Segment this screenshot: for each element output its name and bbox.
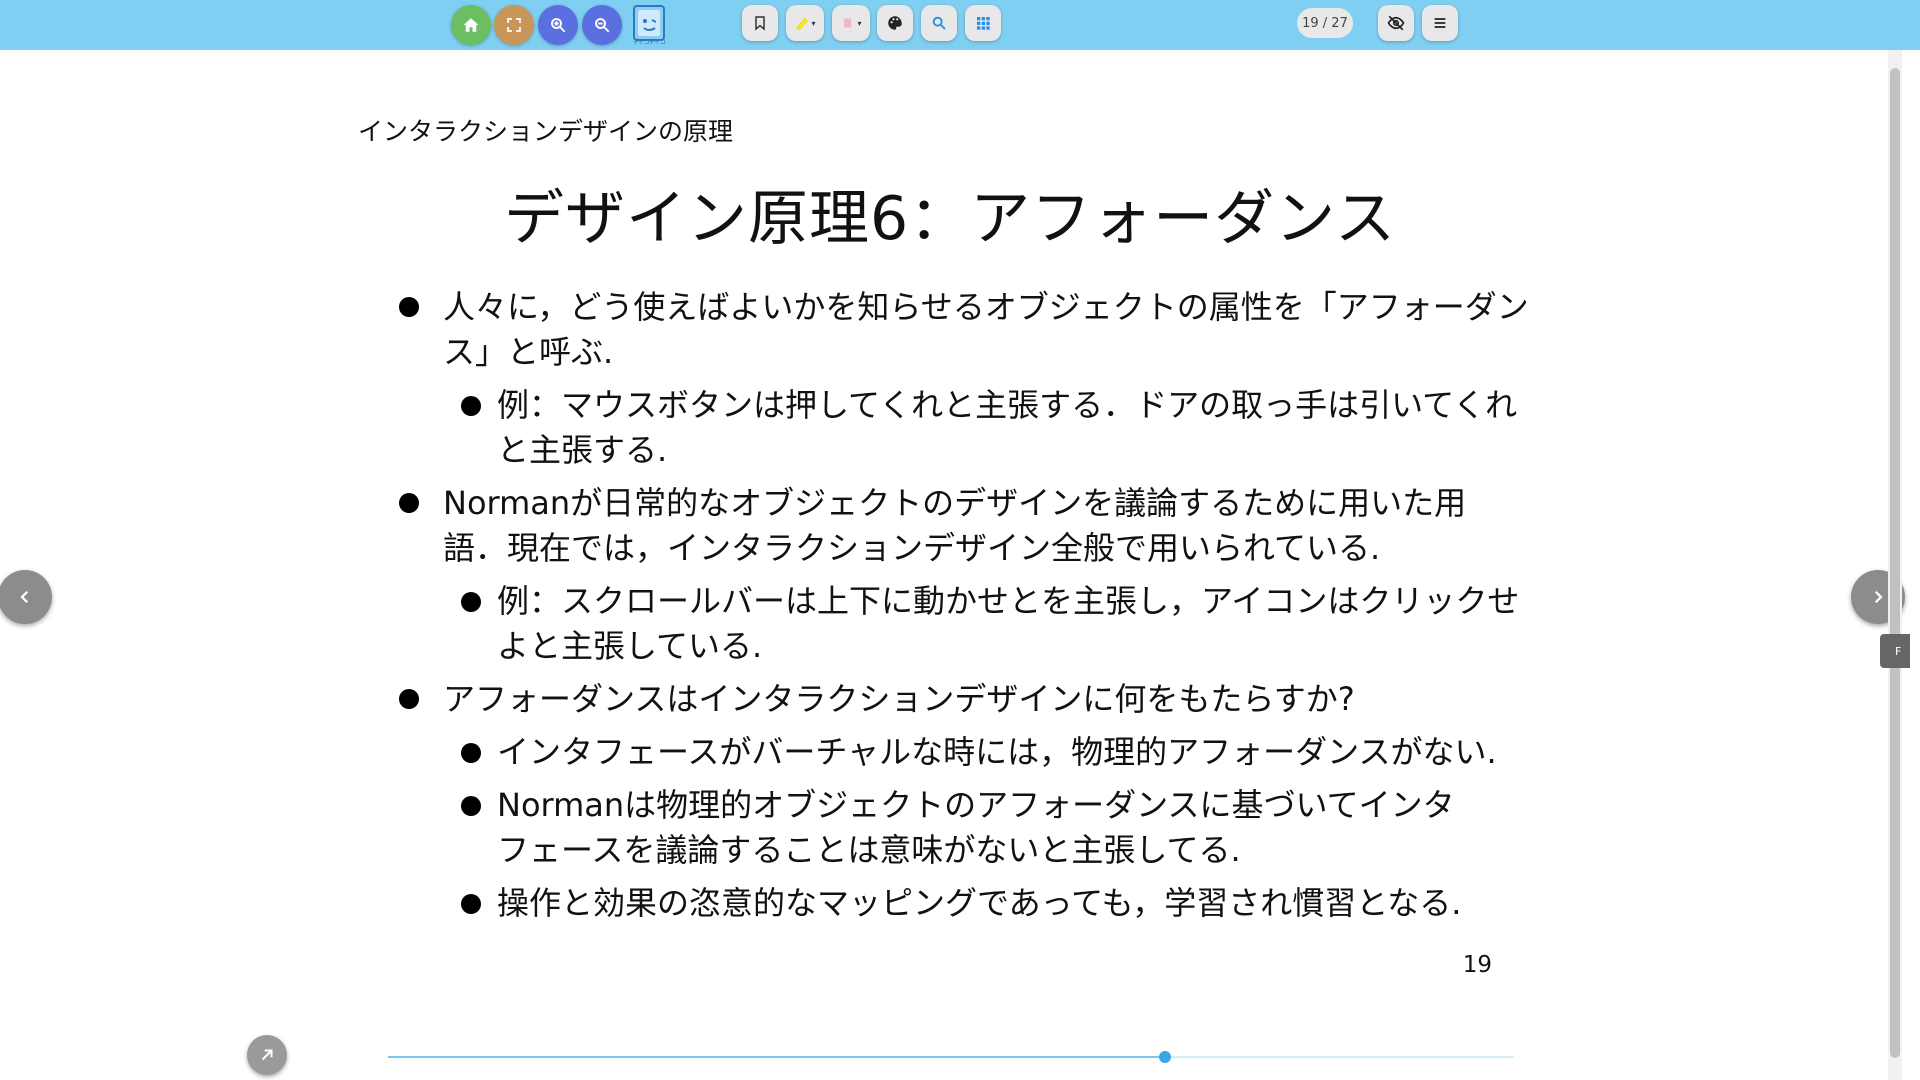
home-icon — [463, 18, 479, 32]
bullet-dot — [461, 743, 481, 763]
highlighter-icon — [796, 17, 809, 31]
bullet-line: フェースを議論することは意味がないと主張してる. — [497, 831, 1241, 869]
hide-annotations-button[interactable] — [1378, 5, 1414, 41]
zoom-out-icon — [595, 18, 610, 33]
palette-icon — [888, 16, 902, 30]
bullet-dot — [399, 297, 419, 317]
slide-header: インタラクションデザインの原理 — [358, 117, 734, 146]
bookmark-icon — [755, 16, 765, 31]
sub-bullet-item: インタフェースがバーチャルな時には，物理的アフォーダンスがない. — [497, 730, 1497, 775]
home-button[interactable] — [451, 5, 491, 45]
bullet-line: 人々に，どう使えばよいかを知らせるオブジェクトの属性を「アフォーダン — [443, 288, 1529, 326]
bullet-line: Normanが日常的なオブジェクトのデザインを議論するために用いた用 — [443, 484, 1467, 522]
menu-icon — [1434, 18, 1446, 28]
previous-slide-button[interactable] — [0, 570, 52, 624]
zoom-in-icon — [551, 18, 566, 33]
zoom-out-button[interactable] — [582, 5, 622, 45]
bullet-item: 人々に，どう使えばよいかを知らせるオブジェクトの属性を「アフォーダン ス」と呼ぶ… — [443, 285, 1529, 375]
bullet-dot — [461, 894, 481, 914]
fullscreen-button[interactable] — [494, 5, 534, 45]
eraser-button[interactable]: ▾ — [832, 5, 870, 41]
grid-icon — [977, 17, 990, 30]
eye-off-icon — [1387, 15, 1405, 31]
eraser-icon — [844, 18, 852, 28]
external-link-button[interactable] — [247, 1035, 287, 1075]
bullet-line: 例：マウスボタンは押してくれと主張する．ドアの取っ手は引いてくれ — [497, 386, 1518, 424]
bullet-line: アフォーダンスはインタラクションデザインに何をもたらすか? — [443, 680, 1355, 718]
bullet-dot — [399, 689, 419, 709]
sub-bullet-item: Normanは物理的オブジェクトのアフォーダンスに基づいてインタ フェースを議論… — [497, 783, 1455, 873]
bullet-line: と主張する. — [497, 431, 668, 469]
arrow-up-right-icon — [261, 1049, 273, 1061]
scrollbar-thumb[interactable] — [1890, 68, 1900, 1058]
search-icon — [932, 16, 946, 30]
bullet-dot — [461, 396, 481, 416]
bookmark-button[interactable] — [742, 5, 778, 41]
side-panel-tab[interactable]: F — [1880, 634, 1910, 668]
slide-progress-handle[interactable] — [1159, 1051, 1171, 1063]
grid-view-button[interactable] — [965, 5, 1001, 41]
chevron-left-icon — [20, 590, 29, 604]
bullet-line: Normanは物理的オブジェクトのアフォーダンスに基づいてインタ — [497, 786, 1455, 824]
bullet-line: よと主張している. — [497, 627, 763, 665]
bullet-dot — [399, 493, 419, 513]
sub-bullet-item: 操作と効果の恣意的なマッピングであっても，学習され慣習となる. — [497, 881, 1461, 926]
chevron-right-icon — [1874, 590, 1883, 604]
top-toolbar: ディコディコ ▾ ▾ 19 / 27 — [0, 0, 1920, 50]
sub-bullet-item: 例：スクロールバーは上下に動かせとを主張し，アイコンはクリックせ よと主張してい… — [497, 579, 1519, 669]
bullet-dot — [461, 796, 481, 816]
chevron-down-icon: ▾ — [857, 18, 862, 28]
slide-title: デザイン原理6：アフォーダンス — [504, 184, 1396, 254]
app-logo-text: ディコディコ — [632, 39, 666, 46]
slide-progress-fill — [388, 1056, 1165, 1058]
bullet-line: 操作と効果の恣意的なマッピングであっても，学習され慣習となる. — [497, 884, 1462, 922]
bullet-item: アフォーダンスはインタラクションデザインに何をもたらすか? — [443, 677, 1355, 722]
palette-button[interactable] — [877, 5, 913, 41]
zoom-in-button[interactable] — [538, 5, 578, 45]
slide-page-number: 19 — [1462, 952, 1492, 978]
page-counter: 19 / 27 — [1297, 8, 1353, 38]
bullet-line: ス」と呼ぶ. — [443, 333, 614, 371]
fullscreen-icon — [507, 18, 521, 32]
bullet-item: Normanが日常的なオブジェクトのデザインを議論するために用いた用 語．現在で… — [443, 481, 1466, 571]
bullet-dot — [461, 592, 481, 612]
bullet-line: インタフェースがバーチャルな時には，物理的アフォーダンスがない. — [497, 733, 1497, 771]
search-button[interactable] — [921, 5, 957, 41]
highlighter-button[interactable]: ▾ — [786, 5, 824, 41]
bullet-line: 例：スクロールバーは上下に動かせとを主張し，アイコンはクリックせ — [497, 582, 1520, 620]
chevron-down-icon: ▾ — [811, 18, 816, 28]
menu-button[interactable] — [1422, 5, 1458, 41]
bullet-line: 語．現在では，インタラクションデザイン全般で用いられている. — [443, 529, 1381, 567]
sub-bullet-item: 例：マウスボタンは押してくれと主張する．ドアの取っ手は引いてくれ と主張する. — [497, 383, 1517, 473]
